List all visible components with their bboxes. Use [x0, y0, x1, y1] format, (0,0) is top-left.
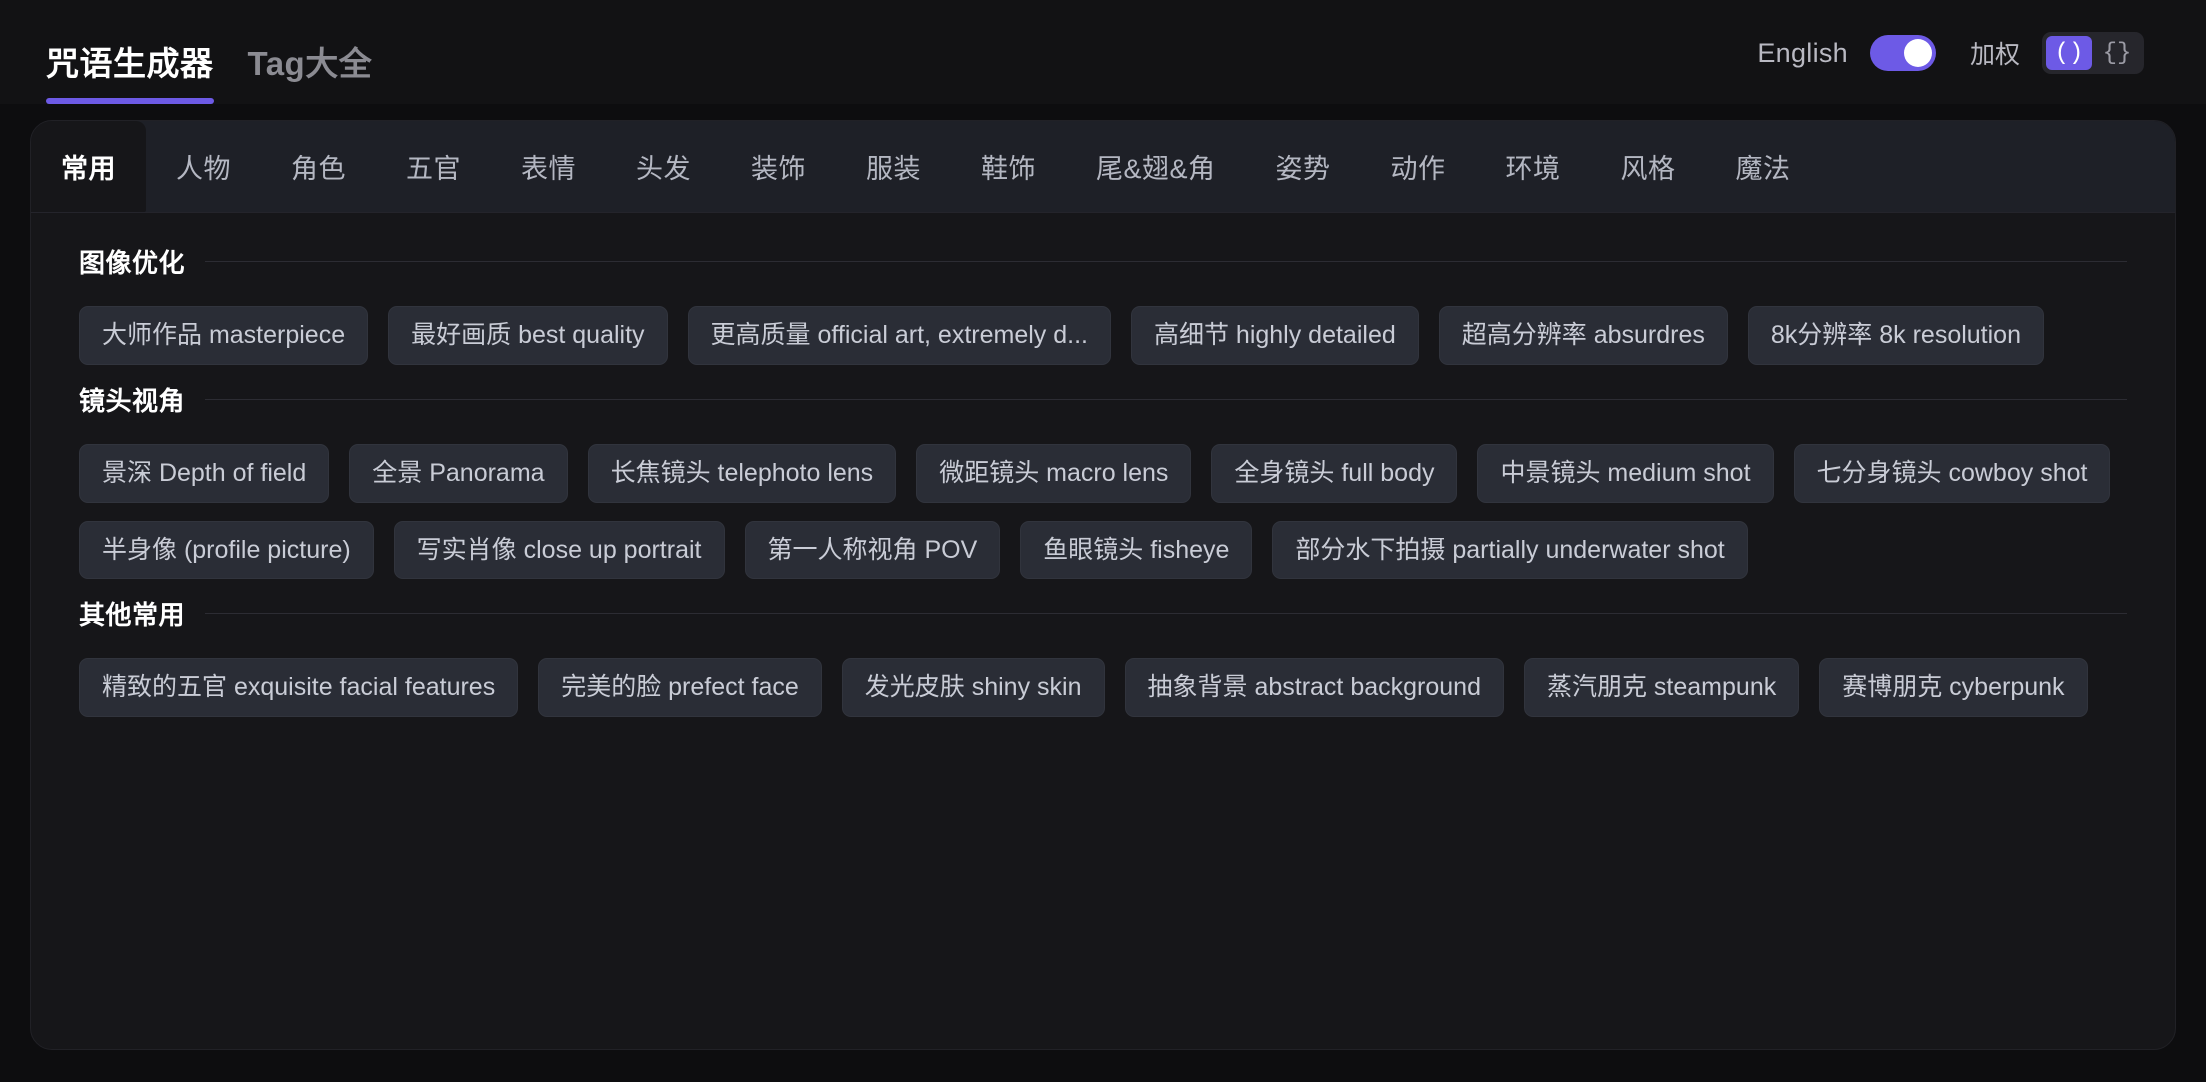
- category-tab-bar: 常用 人物 角色 五官 表情 头发 装饰 服装 鞋饰 尾&翅&角 姿势 动作 环境 风格 魔法: [31, 121, 2175, 213]
- category-tab-4[interactable]: 表情: [491, 121, 606, 212]
- category-tab-label: 表情: [521, 154, 576, 184]
- category-tab-label: 动作: [1390, 154, 1446, 184]
- tag-section: 其他常用精致的五官 exquisite facial features 完美的脸 …: [79, 595, 2127, 717]
- section-divider: [205, 613, 2127, 615]
- category-tab-label: 风格: [1620, 154, 1676, 184]
- header-tab-tag-library[interactable]: Tag大全: [248, 47, 373, 104]
- category-tab-label: 尾&翅&角: [1096, 154, 1216, 184]
- tag-content-area: 图像优化大师作品 masterpiece 最好画质 best quality 更高质…: [31, 213, 2175, 717]
- category-tab-10[interactable]: 姿势: [1246, 121, 1361, 212]
- tag-chip[interactable]: 七分身镜头 cowboy shot: [1793, 443, 2111, 503]
- tag-chip[interactable]: 更高质量 official art, extremely d...: [687, 306, 1111, 365]
- tag-chip[interactable]: 景深 Depth of field: [79, 443, 330, 503]
- weight-style-braces-label: {}: [2102, 39, 2132, 67]
- category-tab-3[interactable]: 五官: [376, 121, 491, 212]
- tag-chip[interactable]: 长焦镜头 telephoto lens: [587, 443, 897, 503]
- tag-chip[interactable]: 8k分辨率 8k resolution: [1747, 306, 2044, 365]
- section-title: 其他常用: [79, 600, 186, 631]
- weight-style-segmented-control: () {}: [2042, 32, 2144, 74]
- tag-chip[interactable]: 鱼眼镜头 fisheye: [1020, 520, 1253, 580]
- tag-rows: 精致的五官 exquisite facial features 完美的脸 pref…: [79, 658, 2127, 717]
- tag-chip[interactable]: 完美的脸 prefect face: [538, 658, 822, 717]
- category-tab-2[interactable]: 角色: [261, 121, 376, 212]
- tag-chip[interactable]: 半身像 (profile picture): [79, 520, 374, 580]
- category-tab-11[interactable]: 动作: [1361, 121, 1476, 212]
- category-tab-label: 装饰: [751, 154, 806, 184]
- tag-chip[interactable]: 全身镜头 full body: [1211, 443, 1458, 503]
- header-tab-label: Tag大全: [247, 45, 373, 82]
- language-toggle[interactable]: [1869, 35, 1936, 71]
- category-tab-0[interactable]: 常用: [31, 121, 146, 212]
- tag-chip[interactable]: 部分水下拍摄 partially underwater shot: [1272, 520, 1748, 580]
- tag-chip[interactable]: 赛博朋克 cyberpunk: [1819, 658, 2088, 717]
- tag-row: 大师作品 masterpiece 最好画质 best quality 更高质量 of…: [79, 306, 2127, 365]
- section-header: 其他常用: [79, 595, 2127, 632]
- section-header: 镜头视角: [79, 381, 2127, 418]
- category-tab-label: 角色: [291, 154, 346, 184]
- tag-row: 景深 Depth of field 全景 Panorama 长焦镜头 telepho…: [79, 443, 2127, 503]
- tag-chip[interactable]: 写实肖像 close up portrait: [393, 520, 725, 580]
- tag-chip[interactable]: 超高分辨率 absurdres: [1438, 306, 1728, 365]
- section-title: 图像优化: [79, 248, 186, 278]
- tag-chip[interactable]: 精致的五官 exquisite facial features: [79, 658, 519, 717]
- tag-chip[interactable]: 抽象背景 abstract background: [1124, 658, 1504, 717]
- tag-rows: 景深 Depth of field 全景 Panorama 长焦镜头 telepho…: [79, 443, 2127, 580]
- category-tab-7[interactable]: 服装: [836, 121, 951, 212]
- weight-style-braces-option[interactable]: {}: [2094, 36, 2140, 70]
- tag-chip[interactable]: 大师作品 masterpiece: [79, 306, 369, 365]
- weight-style-parens-option[interactable]: (): [2046, 36, 2092, 70]
- tag-chip[interactable]: 全景 Panorama: [349, 443, 568, 503]
- tag-chip[interactable]: 第一人称视角 POV: [744, 520, 1001, 580]
- category-tab-label: 环境: [1505, 154, 1561, 184]
- category-tab-9[interactable]: 尾&翅&角: [1066, 121, 1246, 212]
- category-tab-label: 五官: [406, 154, 461, 184]
- tag-chip[interactable]: 蒸汽朋克 steampunk: [1523, 658, 1800, 717]
- weight-style-parens-label: (): [2054, 39, 2084, 67]
- section-header: 图像优化: [79, 243, 2127, 280]
- category-tab-8[interactable]: 鞋饰: [951, 121, 1066, 212]
- section-title: 镜头视角: [79, 385, 186, 416]
- main-panel: 常用 人物 角色 五官 表情 头发 装饰 服装 鞋饰 尾&翅&角 姿势 动作 环境 风格 魔法 图像优化大师…: [30, 120, 2176, 1050]
- tag-chip[interactable]: 中景镜头 medium shot: [1477, 443, 1774, 503]
- weight-label: 加权: [1969, 41, 2020, 69]
- header-controls: English 加权 () {}: [1757, 32, 2144, 104]
- tag-rows: 大师作品 masterpiece 最好画质 best quality 更高质量 of…: [79, 306, 2127, 365]
- section-divider: [205, 261, 2127, 262]
- tag-chip[interactable]: 发光皮肤 shiny skin: [841, 658, 1105, 717]
- header-tab-prompt-generator[interactable]: 咒语生成器: [46, 47, 214, 104]
- category-tab-label: 头发: [636, 154, 691, 184]
- category-tab-label: 姿势: [1275, 154, 1331, 184]
- tag-chip[interactable]: 高细节 highly detailed: [1130, 306, 1419, 365]
- section-divider: [205, 398, 2127, 400]
- tag-chip[interactable]: 微距镜头 macro lens: [916, 443, 1192, 503]
- category-tab-label: 鞋饰: [981, 154, 1036, 184]
- header-tab-label: 咒语生成器: [46, 45, 214, 82]
- tag-section: 图像优化大师作品 masterpiece 最好画质 best quality 更高质…: [79, 243, 2127, 365]
- category-tab-label: 服装: [866, 154, 921, 184]
- category-tab-1[interactable]: 人物: [146, 121, 261, 212]
- category-tab-label: 人物: [176, 154, 231, 184]
- category-tab-5[interactable]: 头发: [606, 121, 721, 212]
- category-tab-12[interactable]: 环境: [1476, 121, 1591, 212]
- tag-section: 镜头视角景深 Depth of field 全景 Panorama 长焦镜头 tel…: [79, 381, 2127, 580]
- language-label: English: [1757, 37, 1848, 68]
- toggle-knob: [1903, 39, 1932, 67]
- category-tab-label: 常用: [61, 154, 116, 184]
- app-header: 咒语生成器 Tag大全 English 加权 () {}: [0, 0, 2206, 104]
- tag-row: 半身像 (profile picture) 写实肖像 close up portr…: [79, 520, 2127, 580]
- category-tab-14[interactable]: 魔法: [1706, 121, 1821, 212]
- category-tab-label: 魔法: [1735, 154, 1791, 184]
- category-tab-13[interactable]: 风格: [1591, 121, 1706, 212]
- tag-row: 精致的五官 exquisite facial features 完美的脸 pref…: [79, 658, 2127, 717]
- category-tab-6[interactable]: 装饰: [721, 121, 836, 212]
- tag-chip[interactable]: 最好画质 best quality: [388, 306, 668, 365]
- header-tab-group: 咒语生成器 Tag大全: [46, 0, 372, 104]
